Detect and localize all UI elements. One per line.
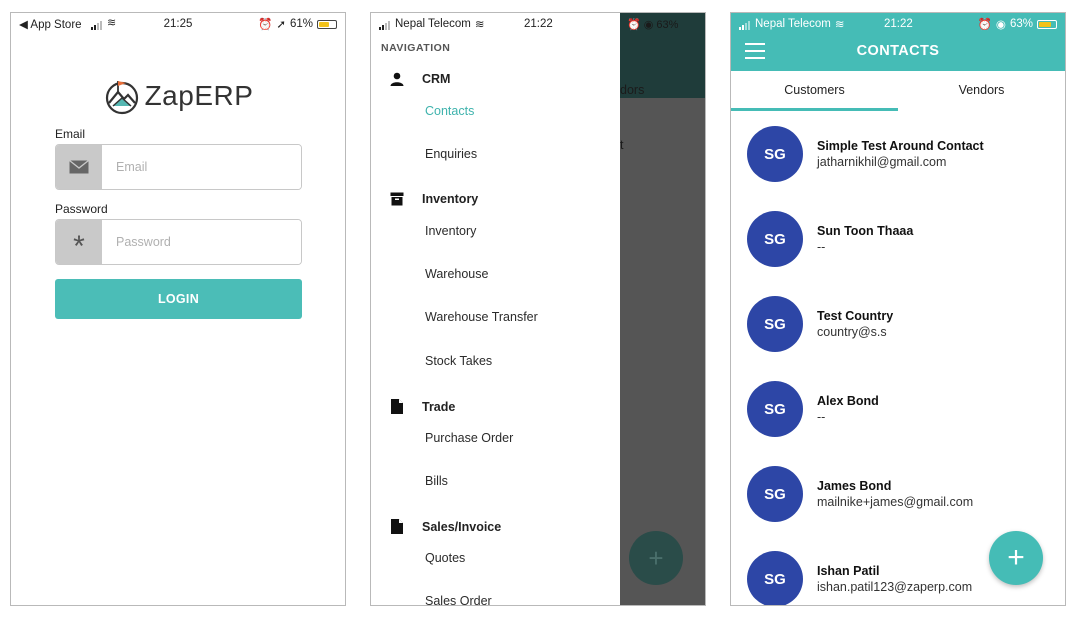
nav-item-purchase-order[interactable]: Purchase Order: [425, 431, 513, 445]
status-right: ⏰ ◉ 63%: [978, 17, 1057, 31]
contact-row[interactable]: SG Simple Test Around Contact jatharnikhil…: [731, 126, 1065, 210]
dimmed-add-button: +: [629, 531, 683, 585]
avatar: SG: [747, 381, 803, 437]
app-logo: ZapERP: [11, 77, 345, 115]
dimmed-status-icons: ⏰ ◉ 63%: [627, 19, 679, 31]
nav-item-inventory[interactable]: Inventory: [425, 224, 476, 238]
contact-name: Simple Test Around Contact: [817, 139, 984, 153]
battery-icon: [1037, 19, 1057, 29]
status-left: Nepal Telecom ≋: [379, 17, 485, 31]
contact-row[interactable]: SG Test Country country@s.s: [731, 296, 1065, 380]
avatar: SG: [747, 551, 803, 605]
contact-email: --: [817, 410, 826, 424]
status-right: ⏰ ➚ 61%: [258, 17, 337, 31]
contact-name: Sun Toon Thaaa: [817, 224, 914, 238]
status-bar: ◀ App Store ≋ 21:25 ⏰ ➚ 61%: [11, 13, 345, 35]
page-title: CONTACTS: [856, 43, 940, 59]
alarm-icon: ⏰: [977, 19, 992, 31]
add-contact-button[interactable]: +: [989, 531, 1043, 585]
contact-email: --: [817, 240, 826, 254]
battery-percent: 63%: [1009, 18, 1033, 30]
navigation-screen: ⏰ ◉ 63% dors t + Nepal Telecom ≋ 21:22 N…: [370, 12, 706, 606]
document-icon: [389, 399, 405, 414]
alarm-icon: ⏰: [258, 19, 273, 31]
nav-item-enquiries[interactable]: Enquiries: [425, 147, 477, 161]
carrier-name: Nepal Telecom: [395, 18, 471, 30]
person-icon: [389, 72, 405, 86]
battery-icon: [317, 19, 337, 29]
section-title: Sales/Invoice: [422, 519, 502, 534]
section-crm: CRM: [389, 72, 450, 86]
status-bar: Nepal Telecom ≋ 21:22 ⏰ ◉ 63%: [731, 13, 1065, 35]
password-input[interactable]: [102, 220, 301, 264]
signal-icon: [739, 18, 751, 30]
app-name: ZapERP: [144, 80, 254, 111]
status-bar: Nepal Telecom ≋ 21:22: [371, 13, 620, 35]
document-icon: [389, 519, 405, 534]
mountain-logo-icon: [105, 81, 138, 115]
carrier-name: Nepal Telecom: [755, 18, 831, 30]
archive-box-icon: [389, 192, 405, 206]
dimmed-row-text: t: [620, 138, 624, 152]
section-sales-invoice: Sales/Invoice: [389, 519, 501, 534]
wifi-icon: ≋: [834, 19, 845, 31]
nav-item-quotes[interactable]: Quotes: [425, 551, 465, 565]
nav-drawer: Nepal Telecom ≋ 21:22 NAVIGATION CRM Con…: [371, 13, 620, 605]
status-left: Nepal Telecom ≋: [739, 17, 845, 31]
tab-vendors[interactable]: Vendors: [898, 71, 1065, 111]
section-trade: Trade: [389, 399, 455, 414]
contact-email: country@s.s: [817, 325, 887, 339]
login-screen: ◀ App Store ≋ 21:25 ⏰ ➚ 61% ZapERP Email…: [10, 12, 346, 606]
password-field[interactable]: *: [55, 219, 302, 265]
section-title: Trade: [422, 399, 456, 414]
nav-item-sales-order[interactable]: Sales Order: [425, 594, 492, 605]
section-title: Inventory: [422, 192, 479, 206]
email-input[interactable]: [102, 145, 301, 189]
contact-row[interactable]: SG Sun Toon Thaaa --: [731, 211, 1065, 295]
email-label: Email: [55, 127, 86, 141]
status-time: 21:22: [524, 18, 553, 30]
contact-email: ishan.patil123@zaperp.com: [817, 580, 973, 594]
envelope-icon: [56, 145, 102, 189]
navigation-heading: NAVIGATION: [381, 42, 451, 54]
status-time: 21:22: [884, 18, 913, 30]
password-label: Password: [55, 202, 108, 216]
asterisk-icon: *: [56, 220, 102, 264]
contacts-screen: Nepal Telecom ≋ 21:22 ⏰ ◉ 63% CONTACTS C…: [730, 12, 1066, 606]
contact-row[interactable]: SG Alex Bond --: [731, 381, 1065, 465]
avatar: SG: [747, 126, 803, 182]
avatar: SG: [747, 466, 803, 522]
app-header: Nepal Telecom ≋ 21:22 ⏰ ◉ 63% CONTACTS: [731, 13, 1065, 71]
nav-item-warehouse[interactable]: Warehouse: [425, 267, 488, 281]
contact-email: mailnike+james@gmail.com: [817, 495, 974, 509]
section-title: CRM: [422, 72, 451, 86]
dimmed-tab-text: dors: [620, 83, 645, 97]
contact-name: Ishan Patil: [817, 564, 880, 578]
wifi-icon: ≋: [474, 19, 485, 31]
battery-percent: 61%: [289, 18, 313, 30]
avatar: SG: [747, 296, 803, 352]
contact-name: Test Country: [817, 309, 894, 323]
nav-item-warehouse-transfer[interactable]: Warehouse Transfer: [425, 310, 538, 324]
login-button[interactable]: LOGIN: [55, 279, 302, 319]
avatar: SG: [747, 211, 803, 267]
signal-icon: [379, 18, 391, 30]
nav-item-stock-takes[interactable]: Stock Takes: [425, 354, 492, 368]
contact-email: jatharnikhil@gmail.com: [817, 155, 947, 169]
nav-item-bills[interactable]: Bills: [425, 474, 448, 488]
email-field[interactable]: [55, 144, 302, 190]
section-inventory: Inventory: [389, 192, 478, 206]
contact-tabs: Customers Vendors: [731, 71, 1065, 111]
contact-name: James Bond: [817, 479, 892, 493]
lock-rotation-icon: ◉: [995, 19, 1006, 31]
contact-name: Alex Bond: [817, 394, 879, 408]
location-icon: ➚: [276, 19, 286, 31]
tab-customers[interactable]: Customers: [731, 71, 898, 111]
nav-item-contacts[interactable]: Contacts: [425, 104, 474, 118]
